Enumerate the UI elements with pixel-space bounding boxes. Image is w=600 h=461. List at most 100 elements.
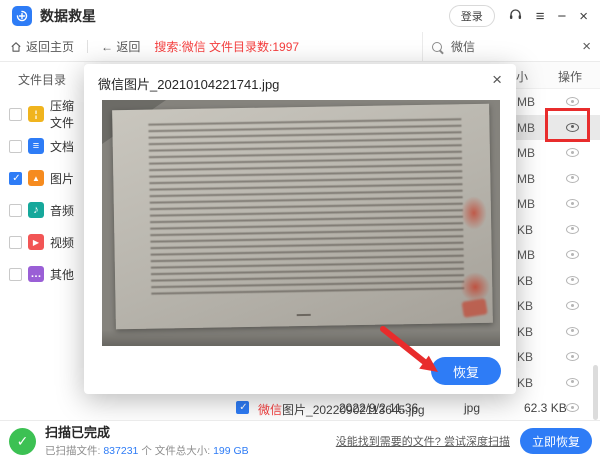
preview-eye-icon[interactable] [566,301,579,310]
menu-icon[interactable]: ≡ [536,9,545,24]
zip-icon [28,106,44,122]
files-label: 已扫描文件: [45,445,100,457]
file-checkbox[interactable] [236,401,249,414]
video-label: 视频 [50,234,74,251]
audio-icon [28,202,44,218]
size-cell: MB [517,197,535,211]
app-logo-icon [12,6,32,26]
toolbar-divider [87,40,88,53]
minimize-icon[interactable]: − [557,9,566,24]
search-keyword-highlight: 微信 [258,403,282,417]
preview-eye-icon[interactable] [566,148,579,157]
other-label: 其他 [50,266,74,283]
titlebar: 数据救星 登录 ≡ − × [0,0,600,32]
documents-checkbox[interactable] [9,140,22,153]
modal-close-icon[interactable]: × [492,70,502,90]
search-summary: 搜索:微信 文件目录数:1997 [154,38,299,55]
red-stamp [462,298,488,318]
scan-done-check-icon: ✓ [9,428,36,455]
preview-eye-icon[interactable] [566,225,579,234]
files-count: 837231 [103,445,138,457]
doc-icon [28,138,44,154]
recover-now-button[interactable]: 立即恢复 [520,428,592,454]
other-icon [28,266,44,282]
preview-eye-icon[interactable] [566,327,579,336]
preview-eye-icon[interactable] [566,250,579,259]
headset-icon[interactable] [508,7,523,25]
back-home-label: 返回主页 [26,38,74,55]
sidebar-item-video[interactable]: 视频 [0,226,84,258]
sidebar-item-images[interactable]: 图片 [0,162,84,194]
archives-checkbox[interactable] [9,108,22,121]
preview-eye-icon[interactable] [566,199,579,208]
search-box[interactable]: × [422,32,600,61]
app-title: 数据救星 [40,6,96,26]
size-cell: KB [517,223,533,237]
preview-eye-icon[interactable] [566,276,579,285]
sidebar-item-other[interactable]: 其他 [0,258,84,290]
search-clear-icon[interactable]: × [582,38,591,55]
files-unit: 个 [141,445,152,457]
preview-eye-icon[interactable] [566,174,579,183]
size-cell: MB [517,248,535,262]
sidebar: 文件目录 压缩文件 文档 图片 音频 视频 其他 [0,62,84,420]
video-icon [28,234,44,250]
other-checkbox[interactable] [9,268,22,281]
size-cell: KB [517,274,533,288]
size-cell: MB [517,95,535,109]
video-checkbox[interactable] [9,236,22,249]
search-input[interactable] [449,39,575,55]
recover-button[interactable]: 恢复 [431,357,501,385]
status-bar: ✓ 扫描已完成 已扫描文件: 837231 个 文件总大小: 199 GB 没能… [0,420,600,461]
document-paper [112,104,493,330]
size-cell: MB [517,172,535,186]
vertical-scrollbar[interactable] [593,365,598,420]
images-label: 图片 [50,170,74,187]
file-size-cell: 62.3 KB [524,401,567,415]
preview-eye-icon[interactable] [566,403,579,412]
total-size-value: 199 GB [213,445,249,457]
operation-column-header: 操作 [558,68,582,85]
back-label: ← 返回 [101,38,140,55]
preview-eye-icon[interactable] [566,123,579,132]
toolbar: 返回主页 ← 返回 搜索:微信 文件目录数:1997 × [0,32,600,62]
sidebar-item-documents[interactable]: 文档 [0,130,84,162]
archives-label: 压缩文件 [50,97,84,131]
back-home-button[interactable]: 返回主页 [10,38,74,55]
scan-status-title: 扫描已完成 [45,424,249,442]
sidebar-item-archives[interactable]: 压缩文件 [0,98,84,130]
preview-image [102,100,500,346]
size-cell: KB [517,376,533,390]
table-row-visible-file[interactable]: 微信图片_20220902113645.jpg 2022/9/2 11:36 j… [84,395,600,421]
size-cell: MB [517,146,535,160]
login-button[interactable]: 登录 [449,5,495,27]
preview-modal: 微信图片_20210104221741.jpg × 恢复 [84,64,516,394]
preview-eye-icon[interactable] [566,97,579,106]
audio-checkbox[interactable] [9,204,22,217]
document-text-lines [148,118,464,298]
file-date-cell: 2022/9/2 11:36 [339,401,418,415]
size-cell: KB [517,325,533,339]
document-page-number [297,314,311,316]
red-stamp [461,196,488,230]
file-type-cell: jpg [464,401,480,415]
sidebar-title: 文件目录 [0,62,84,98]
back-button[interactable]: ← 返回 [101,38,140,55]
scan-status-detail: 已扫描文件: 837231 个 文件总大小: 199 GB [45,444,249,458]
size-cell: KB [517,350,533,364]
sidebar-item-audio[interactable]: 音频 [0,194,84,226]
audio-label: 音频 [50,202,74,219]
size-cell: KB [517,299,533,313]
search-icon [432,42,442,52]
image-icon [28,170,44,186]
preview-eye-icon[interactable] [566,352,579,361]
images-checkbox[interactable] [9,172,22,185]
documents-label: 文档 [50,138,74,155]
size-cell: MB [517,121,535,135]
home-icon [10,41,22,53]
total-size-label: 文件总大小: [155,445,210,457]
close-window-icon[interactable]: × [579,9,588,24]
preview-eye-icon[interactable] [566,378,579,387]
red-stamp [460,272,491,303]
deep-scan-link[interactable]: 没能找到需要的文件? 尝试深度扫描 [336,433,510,449]
